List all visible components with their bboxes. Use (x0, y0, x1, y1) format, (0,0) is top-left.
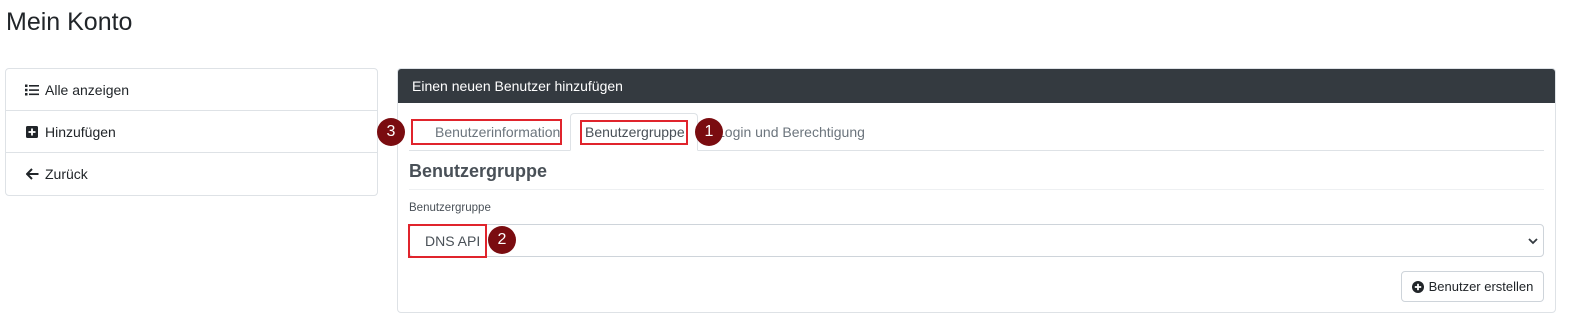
highlight-box-user-information (411, 119, 562, 145)
highlight-box-user-group (580, 120, 688, 145)
chevron-down-icon (1527, 234, 1539, 246)
sidebar-item-add[interactable]: Hinzufügen (6, 111, 377, 153)
sidebar-item-back[interactable]: Zurück (6, 153, 377, 195)
create-user-button[interactable]: Benutzer erstellen (1401, 271, 1544, 302)
annotation-badge-2: 2 (488, 226, 516, 254)
plus-square-icon (25, 125, 39, 139)
sidebar-item-label: Alle anzeigen (45, 81, 130, 98)
tab-login-permissions[interactable]: Login und Berechtigung (717, 113, 887, 150)
user-group-select[interactable]: DNS API (409, 224, 1544, 257)
card-header: Einen neuen Benutzer hinzufügen (398, 69, 1555, 103)
arrow-left-icon (25, 167, 39, 181)
list-icon (25, 83, 39, 97)
sidebar-item-label: Zurück (45, 166, 88, 182)
section-title: Benutzergruppe (409, 161, 548, 181)
user-group-label: Benutzergruppe (409, 202, 491, 214)
highlight-box-select-value (408, 224, 487, 258)
annotation-badge-3: 3 (377, 118, 405, 146)
add-user-card: Einen neuen Benutzer hinzufügen Benutzer… (397, 68, 1556, 313)
plus-circle-icon (1411, 280, 1424, 293)
annotation-badge-1: 1 (695, 118, 723, 146)
section-divider (409, 189, 1544, 190)
sidebar-menu: Alle anzeigen Hinzufügen Zurück (5, 68, 378, 196)
create-user-label: Benutzer erstellen (1428, 279, 1534, 294)
page-title: Mein Konto (6, 8, 133, 36)
sidebar-item-label: Hinzufügen (45, 123, 116, 140)
sidebar-item-show-all[interactable]: Alle anzeigen (6, 69, 377, 111)
